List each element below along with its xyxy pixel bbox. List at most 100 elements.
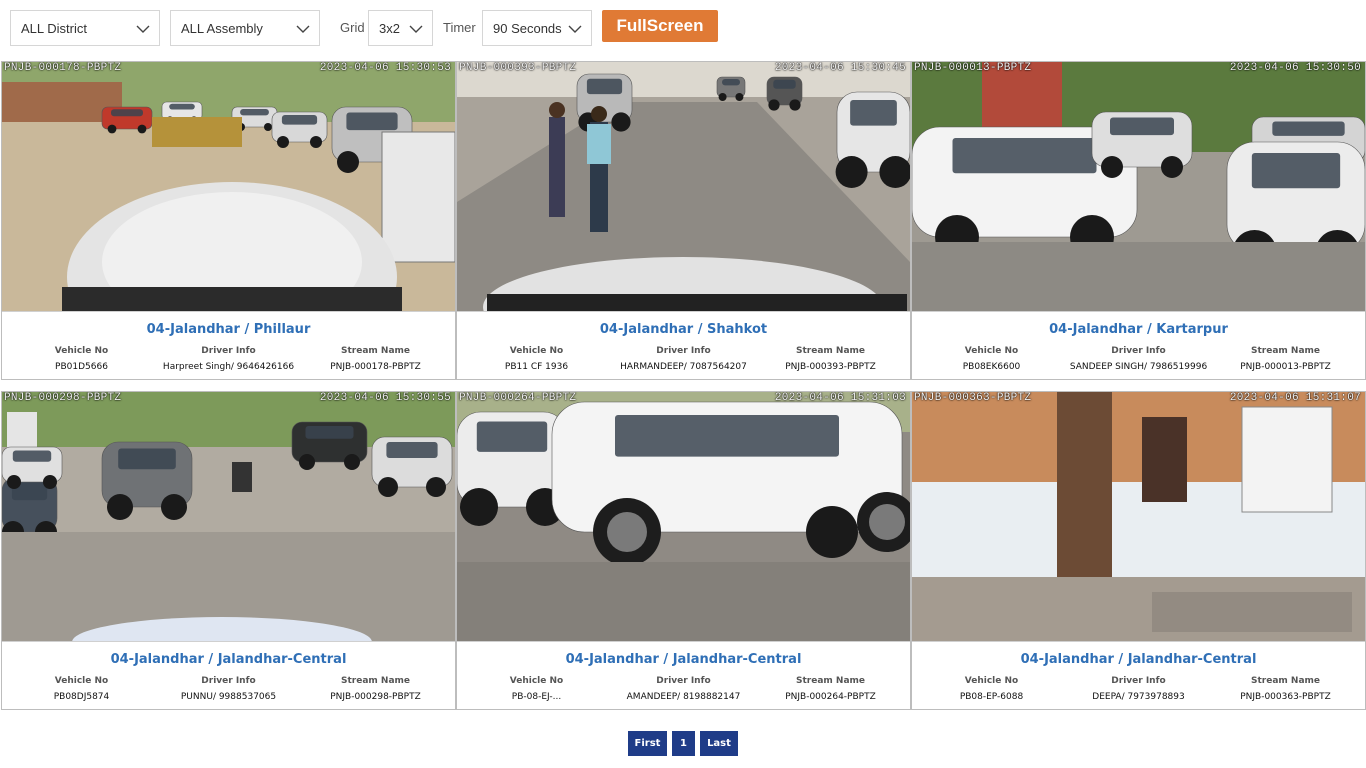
first-page-button[interactable]: First [628, 731, 667, 756]
camera-tile: PNJB-000264-PBPTZ 2023-04-06 15:31:03 04… [456, 391, 911, 710]
vehicle-no-header: Vehicle No [509, 346, 564, 356]
chevron-down-icon [568, 25, 582, 33]
timestamp-overlay: 2023-04-06 15:30:45 [774, 62, 906, 74]
driver-info-header: Driver Info [201, 346, 256, 356]
stream-name-value: PNJB-000264-PBPTZ [785, 692, 876, 702]
location-title: 04-Jalandhar / Phillaur [146, 322, 311, 337]
vehicle-no-value: PB08DJ5874 [53, 692, 110, 702]
stream-name-value: PNJB-000178-PBPTZ [330, 362, 421, 372]
stream-name-header: Stream Name [1251, 346, 1320, 356]
vehicle-no-header: Vehicle No [54, 346, 109, 356]
camera-feed-image [457, 392, 910, 641]
stream-column: Stream Name PNJB-000264-PBPTZ [755, 676, 906, 702]
driver-info-header: Driver Info [201, 676, 256, 686]
driver-info-value: PUNNU/ 9988537065 [180, 692, 277, 702]
driver-info-value: HARMANDEEP/ 7087564207 [620, 362, 747, 372]
driver-info-header: Driver Info [1111, 346, 1166, 356]
stream-column: Stream Name PNJB-000393-PBPTZ [755, 346, 906, 372]
driver-info-value: Harpreet Singh/ 9646426166 [162, 362, 295, 372]
driver-info-value: AMANDEEP/ 8198882147 [626, 692, 741, 702]
camera-tile: PNJB-000363-PBPTZ 2023-04-06 15:31:07 04… [911, 391, 1366, 710]
video-feed[interactable]: PNJB-000363-PBPTZ 2023-04-06 15:31:07 [912, 392, 1365, 641]
stream-overlay-label: PNJB-000178-PBPTZ [4, 62, 122, 74]
grid-label: Grid [340, 20, 365, 35]
page-number-button[interactable]: 1 [672, 731, 695, 756]
chevron-down-icon [296, 25, 310, 33]
driver-column: Driver Info DEEPA/ 7973978893 [1063, 676, 1214, 702]
stream-name-value: PNJB-000298-PBPTZ [330, 692, 421, 702]
camera-feed-image [2, 392, 455, 641]
stream-name-header: Stream Name [796, 676, 865, 686]
grid-select[interactable]: 3x2 [368, 10, 433, 46]
timestamp-overlay: 2023-04-06 15:30:50 [1229, 62, 1361, 74]
driver-info-value: SANDEEP SINGH/ 7986519996 [1069, 362, 1208, 372]
tile-info-panel: 04-Jalandhar / Jalandhar-Central Vehicle… [912, 641, 1365, 709]
camera-feed-image [2, 62, 455, 311]
vehicle-no-value: PB11 CF 1936 [504, 362, 569, 372]
camera-tile: PNJB-000178-PBPTZ 2023-04-06 15:30:53 04… [1, 61, 456, 380]
district-select[interactable]: ALL District [10, 10, 160, 46]
vehicle-column: Vehicle No PB11 CF 1936 [461, 346, 612, 372]
camera-tile: PNJB-000013-PBPTZ 2023-04-06 15:30:50 04… [911, 61, 1366, 380]
fullscreen-button[interactable]: FullScreen [602, 10, 718, 42]
camera-tile: PNJB-000298-PBPTZ 2023-04-06 15:30:55 04… [1, 391, 456, 710]
assembly-select-value: ALL Assembly [181, 20, 263, 36]
stream-overlay-label: PNJB-000363-PBPTZ [914, 392, 1032, 404]
chevron-down-icon [409, 25, 423, 33]
driver-column: Driver Info HARMANDEEP/ 7087564207 [608, 346, 759, 372]
vehicle-no-value: PB08EK6600 [962, 362, 1021, 372]
vehicle-column: Vehicle No PB08-EP-6088 [916, 676, 1067, 702]
driver-column: Driver Info PUNNU/ 9988537065 [153, 676, 304, 702]
camera-feed-image [912, 392, 1365, 641]
district-select-value: ALL District [21, 20, 87, 36]
vehicle-no-header: Vehicle No [509, 676, 564, 686]
timestamp-overlay: 2023-04-06 15:30:55 [319, 392, 451, 404]
stream-name-header: Stream Name [1251, 676, 1320, 686]
location-title: 04-Jalandhar / Jalandhar-Central [110, 652, 347, 667]
stream-name-value: PNJB-000363-PBPTZ [1240, 692, 1331, 702]
timer-select[interactable]: 90 Seconds [482, 10, 592, 46]
vehicle-column: Vehicle No PB08DJ5874 [6, 676, 157, 702]
stream-column: Stream Name PNJB-000178-PBPTZ [300, 346, 451, 372]
stream-name-value: PNJB-000013-PBPTZ [1240, 362, 1331, 372]
camera-feed-image [912, 62, 1365, 311]
tile-info-panel: 04-Jalandhar / Jalandhar-Central Vehicle… [2, 641, 455, 709]
stream-name-value: PNJB-000393-PBPTZ [785, 362, 876, 372]
vehicle-column: Vehicle No PB08EK6600 [916, 346, 1067, 372]
video-feed[interactable]: PNJB-000013-PBPTZ 2023-04-06 15:30:50 [912, 62, 1365, 311]
vehicle-no-value: PB01D5666 [55, 362, 108, 372]
timestamp-overlay: 2023-04-06 15:30:53 [319, 62, 451, 74]
stream-overlay-label: PNJB-000013-PBPTZ [914, 62, 1032, 74]
vehicle-no-header: Vehicle No [964, 346, 1019, 356]
driver-column: Driver Info Harpreet Singh/ 9646426166 [153, 346, 304, 372]
vehicle-column: Vehicle No PB-08-EJ-... [461, 676, 612, 702]
timer-label: Timer [443, 20, 476, 35]
assembly-select[interactable]: ALL Assembly [170, 10, 320, 46]
stream-overlay-label: PNJB-000264-PBPTZ [459, 392, 577, 404]
chevron-down-icon [136, 25, 150, 33]
driver-info-header: Driver Info [656, 676, 711, 686]
last-page-button[interactable]: Last [700, 731, 738, 756]
video-feed[interactable]: PNJB-000298-PBPTZ 2023-04-06 15:30:55 [2, 392, 455, 641]
vehicle-column: Vehicle No PB01D5666 [6, 346, 157, 372]
driver-column: Driver Info SANDEEP SINGH/ 7986519996 [1063, 346, 1214, 372]
stream-overlay-label: PNJB-000393-PBPTZ [459, 62, 577, 74]
tile-info-panel: 04-Jalandhar / Jalandhar-Central Vehicle… [457, 641, 910, 709]
driver-info-header: Driver Info [1111, 676, 1166, 686]
tile-info-panel: 04-Jalandhar / Shahkot Vehicle No PB11 C… [457, 311, 910, 379]
vehicle-no-header: Vehicle No [964, 676, 1019, 686]
vehicle-no-value: PB-08-EJ-... [511, 692, 562, 702]
timer-select-value: 90 Seconds [493, 20, 562, 36]
stream-name-header: Stream Name [341, 676, 410, 686]
timestamp-overlay: 2023-04-06 15:31:03 [774, 392, 906, 404]
driver-info-value: DEEPA/ 7973978893 [1092, 692, 1185, 702]
timestamp-overlay: 2023-04-06 15:31:07 [1229, 392, 1361, 404]
vehicle-no-value: PB08-EP-6088 [959, 692, 1024, 702]
camera-feed-image [457, 62, 910, 311]
video-feed[interactable]: PNJB-000264-PBPTZ 2023-04-06 15:31:03 [457, 392, 910, 641]
grid-select-value: 3x2 [379, 20, 400, 36]
video-feed[interactable]: PNJB-000393-PBPTZ 2023-04-06 15:30:45 [457, 62, 910, 311]
video-feed[interactable]: PNJB-000178-PBPTZ 2023-04-06 15:30:53 [2, 62, 455, 311]
location-title: 04-Jalandhar / Shahkot [599, 322, 768, 337]
stream-column: Stream Name PNJB-000013-PBPTZ [1210, 346, 1361, 372]
